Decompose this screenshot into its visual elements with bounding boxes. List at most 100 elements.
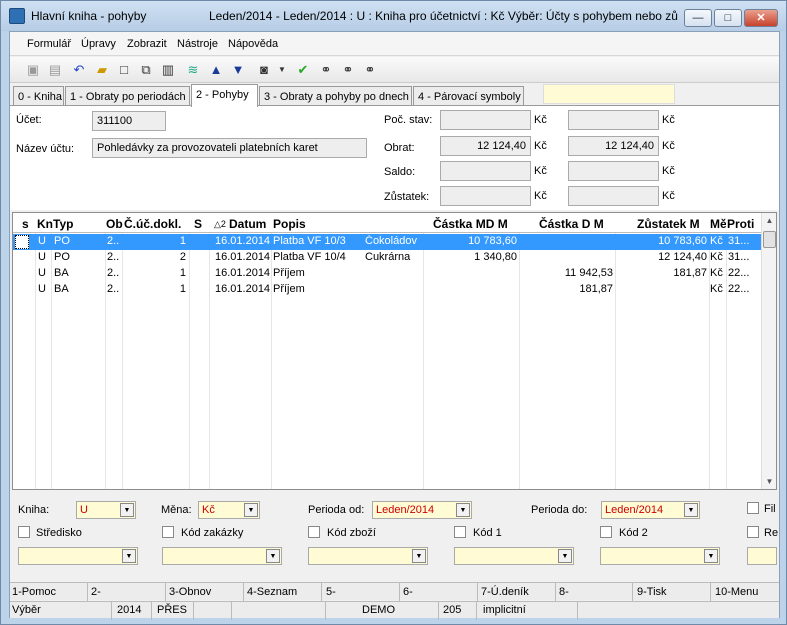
stredisko-select[interactable]: ▼	[18, 547, 138, 565]
kod2-select[interactable]: ▼	[600, 547, 720, 565]
binoculars-icon[interactable]: ⚭	[318, 62, 334, 78]
fil-checkbox[interactable]	[747, 502, 759, 514]
col-s2[interactable]: S	[194, 217, 202, 231]
undo-icon[interactable]: ↶	[71, 62, 87, 78]
cell-datum: 16.01.2014	[215, 283, 271, 295]
col-proti[interactable]: Proti	[727, 217, 761, 231]
save-icon[interactable]: ▣	[25, 62, 41, 78]
stack-icon[interactable]: ≋	[185, 62, 201, 78]
scroll-up-icon[interactable]: ▲	[762, 213, 777, 228]
tab-pohyby[interactable]: 2 - Pohyby	[191, 84, 258, 107]
fn-key-7[interactable]: 7-Ú.deník	[481, 586, 529, 598]
fn-key-10[interactable]: 10-Menu	[715, 586, 758, 598]
col-zustatek[interactable]: Zůstatek M	[637, 217, 700, 231]
col-ob[interactable]: Ob	[106, 217, 124, 231]
fn-divider	[399, 583, 400, 601]
camera-icon[interactable]: ◙	[256, 62, 272, 78]
perioda-od-select[interactable]: Leden/2014 ▼	[372, 501, 472, 519]
col-castka-md[interactable]: Částka MD M	[433, 217, 508, 231]
mena-select[interactable]: Kč ▼	[198, 501, 260, 519]
table-row[interactable]: U BA 2.. 1 16.01.2014 Příjem 11 942,53 1…	[13, 266, 761, 282]
kod2-checkbox[interactable]	[600, 526, 612, 538]
table-row[interactable]: U PO 2.. 2 16.01.2014 Platba VF 10/4 Cuk…	[13, 250, 761, 266]
fn-key-2[interactable]: 2-	[91, 586, 101, 598]
re-select[interactable]	[747, 547, 777, 565]
tab-parovaci-symboly[interactable]: 4 - Párovací symboly	[413, 86, 524, 106]
fn-key-5[interactable]: 5-	[326, 586, 336, 598]
ucet-field[interactable]: 311100	[92, 111, 166, 131]
row-select-checkbox[interactable]	[15, 235, 29, 249]
fn-key-9[interactable]: 9-Tisk	[637, 586, 667, 598]
kod-zbozi-label: Kód zboží	[327, 527, 376, 539]
fn-key-4[interactable]: 4-Seznam	[247, 586, 297, 598]
book-icon[interactable]: ▥	[160, 62, 176, 78]
filter-icon[interactable]: ✔	[295, 62, 311, 78]
tab-obraty-po-periodach[interactable]: 1 - Obraty po periodách	[65, 86, 190, 106]
chevron-down-icon[interactable]: ▼	[120, 503, 134, 517]
chevron-down-icon[interactable]: ▼	[456, 503, 470, 517]
chevron-down-icon[interactable]: ▼	[266, 549, 280, 563]
chevron-down-icon[interactable]: ▼	[122, 549, 136, 563]
menu-napoveda[interactable]: Nápověda	[228, 38, 278, 50]
copy-icon[interactable]: ⧉	[138, 62, 154, 78]
obrat-d-field: 12 124,40	[568, 136, 659, 156]
binoculars-next-icon[interactable]: ⚭	[340, 62, 356, 78]
status-divider	[438, 602, 439, 620]
kod-zbozi-checkbox[interactable]	[308, 526, 320, 538]
col-mena[interactable]: Mě	[710, 217, 726, 231]
saldo-d-currency: Kč	[659, 161, 687, 181]
scroll-down-icon[interactable]: ▼	[762, 474, 777, 489]
cell-popis-firma: Čokoládov	[365, 235, 417, 247]
col-popis[interactable]: Popis	[273, 217, 306, 231]
fn-key-1[interactable]: 1-Pomoc	[12, 586, 56, 598]
chevron-down-icon[interactable]: ▼	[412, 549, 426, 563]
minimize-button[interactable]: —	[684, 9, 712, 27]
scroll-thumb[interactable]	[763, 231, 776, 248]
kod-zakazky-checkbox[interactable]	[162, 526, 174, 538]
perioda-do-select[interactable]: Leden/2014 ▼	[601, 501, 700, 519]
chevron-down-icon[interactable]: ▼	[684, 503, 698, 517]
arrow-down-icon[interactable]: ▼	[230, 62, 246, 78]
chevron-down-icon[interactable]: ▼	[558, 549, 572, 563]
fn-key-6[interactable]: 6-	[403, 586, 413, 598]
tab-kniha[interactable]: 0 - Kniha	[13, 86, 64, 106]
vertical-scrollbar[interactable]: ▲ ▼	[761, 213, 776, 489]
menu-nastroje[interactable]: Nástroje	[177, 38, 218, 50]
kniha-value: U	[80, 504, 88, 516]
fn-key-3[interactable]: 3-Obnov	[169, 586, 211, 598]
kod1-label: Kód 1	[473, 527, 502, 539]
new-document-icon[interactable]: □	[116, 62, 132, 78]
kniha-select[interactable]: U ▼	[76, 501, 136, 519]
table-row[interactable]: U PO 2.. 1 16.01.2014 Platba VF 10/3 Čok…	[13, 234, 761, 250]
kod1-checkbox[interactable]	[454, 526, 466, 538]
fn-key-8[interactable]: 8-	[559, 586, 569, 598]
kod-zakazky-select[interactable]: ▼	[162, 547, 282, 565]
stredisko-checkbox[interactable]	[18, 526, 30, 538]
nazev-uctu-field[interactable]: Pohledávky za provozovateli platebních k…	[92, 138, 367, 158]
tab-search-field[interactable]	[543, 84, 675, 104]
menu-upravy[interactable]: Úpravy	[81, 38, 116, 50]
binoculars-all-icon[interactable]: ⚭	[362, 62, 378, 78]
col-cuc-dokl[interactable]: Č.úč.dokl.	[124, 217, 181, 231]
window-title: Hlavní kniha - pohyby	[31, 9, 147, 23]
chevron-down-icon[interactable]: ▼	[244, 503, 258, 517]
kod-zbozi-select[interactable]: ▼	[308, 547, 428, 565]
save-all-icon[interactable]: ▤	[47, 62, 63, 78]
menu-zobrazit[interactable]: Zobrazit	[127, 38, 167, 50]
col-typ[interactable]: Typ	[53, 217, 73, 231]
re-checkbox[interactable]	[747, 526, 759, 538]
mena-value: Kč	[202, 504, 215, 516]
tab-obraty-a-pohyby-po-dnech[interactable]: 3 - Obraty a pohyby po dnech	[259, 86, 412, 106]
col-s[interactable]: s	[22, 217, 29, 231]
chevron-down-icon[interactable]: ▼	[704, 549, 718, 563]
table-row[interactable]: U BA 2.. 1 16.01.2014 Příjem 181,87 Kč 2…	[13, 282, 761, 298]
open-folder-icon[interactable]: ▰	[94, 62, 110, 78]
menu-formular[interactable]: Formulář	[27, 38, 71, 50]
arrow-up-icon[interactable]: ▲	[208, 62, 224, 78]
chevron-down-icon[interactable]: ▼	[274, 62, 290, 78]
col-datum[interactable]: Datum	[229, 217, 266, 231]
kod1-select[interactable]: ▼	[454, 547, 574, 565]
close-button[interactable]: ✕	[744, 9, 778, 27]
maximize-button[interactable]: □	[714, 9, 742, 27]
col-castka-d[interactable]: Částka D M	[539, 217, 604, 231]
